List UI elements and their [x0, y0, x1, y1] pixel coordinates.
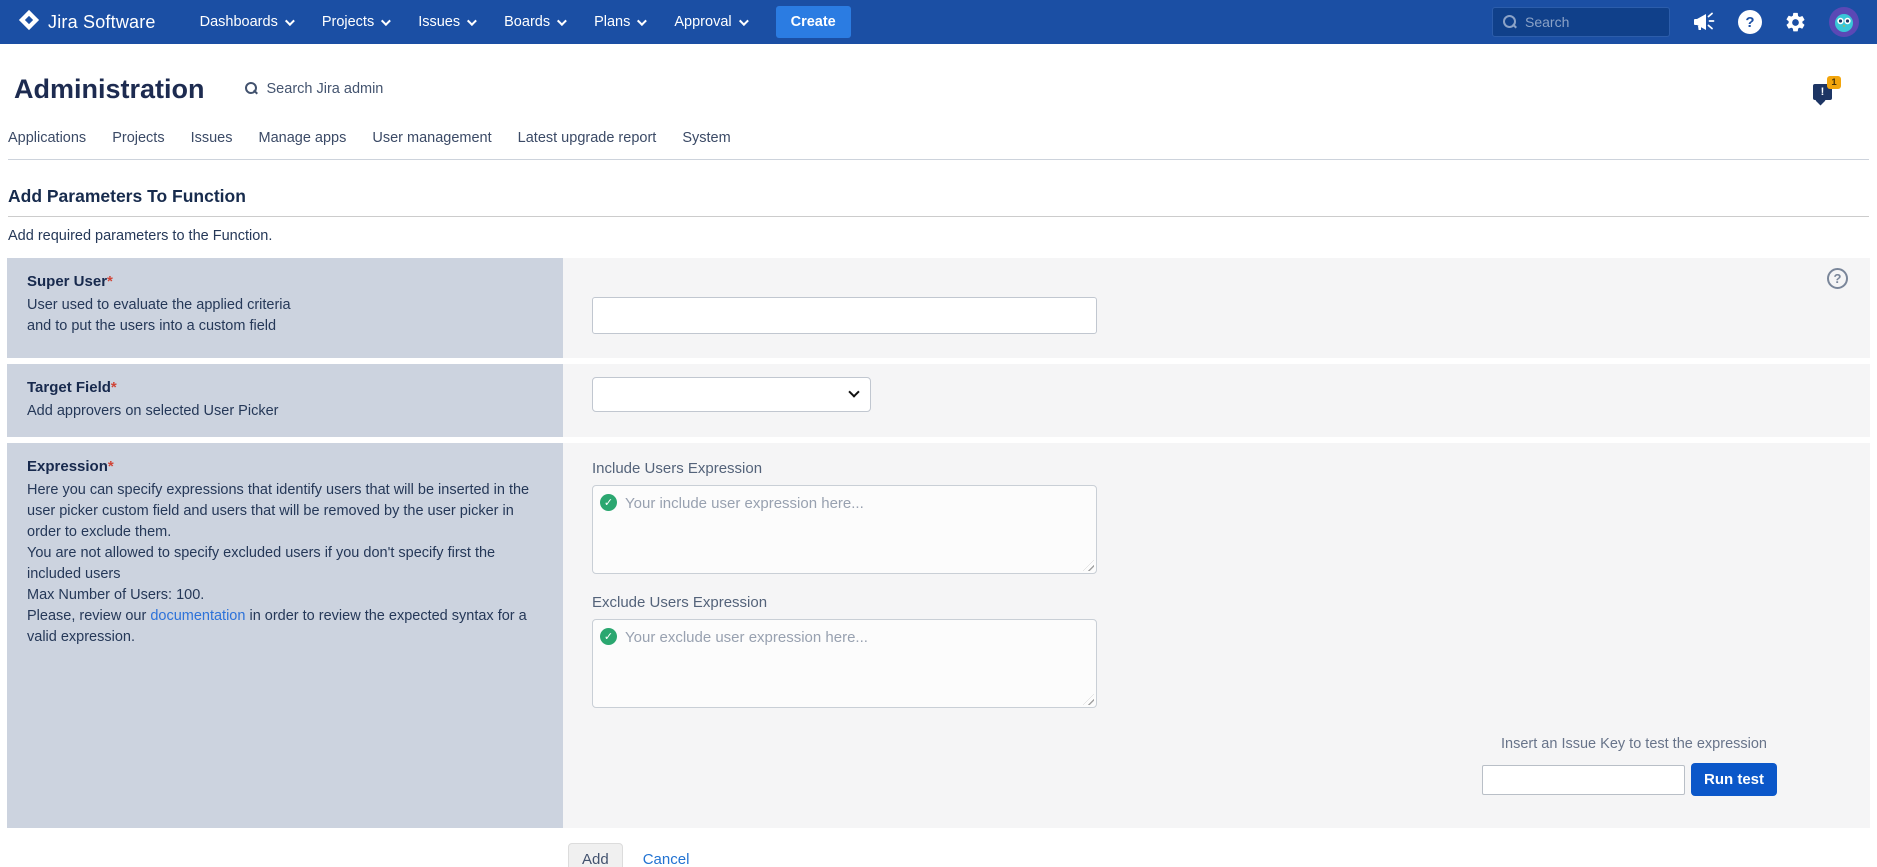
nav-menu-dashboards[interactable]: Dashboards	[200, 14, 292, 30]
form-row-target-field: Target Field* Add approvers on selected …	[7, 364, 1870, 437]
expression-editors: Include Users Expression Exclude Users E…	[563, 443, 1870, 821]
issue-key-row: Run test	[592, 763, 1777, 796]
description-line: Please, review our documentation in orde…	[27, 606, 543, 648]
super-user-input-area	[563, 258, 1870, 358]
page-title: Administration	[14, 74, 205, 105]
expression-label: Expression*	[27, 458, 543, 475]
section-heading: Add Parameters To Function	[8, 186, 1869, 217]
add-button[interactable]: Add	[568, 843, 623, 867]
nav-menu-label: Projects	[322, 14, 374, 30]
exclude-users-wrap	[592, 619, 1097, 708]
section-description: Add required parameters to the Function.	[8, 228, 1869, 244]
expression-input-area: Include Users Expression Exclude Users E…	[563, 443, 1870, 828]
run-test-button[interactable]: Run test	[1691, 763, 1777, 796]
chevron-down-icon	[557, 16, 567, 26]
add-parameters-form: Super User* User used to evaluate the ap…	[7, 258, 1870, 828]
expression-test-block: Insert an Issue Key to test the expressi…	[592, 736, 1870, 796]
target-field-select[interactable]	[592, 377, 871, 412]
super-user-input[interactable]	[592, 297, 1097, 334]
form-row-expression: Expression* Here you can specify express…	[7, 443, 1870, 828]
form-row-super-user: Super User* User used to evaluate the ap…	[7, 258, 1870, 358]
admin-header: Administration 1	[14, 64, 1863, 114]
chevron-down-icon	[637, 16, 647, 26]
expression-label-panel: Expression* Here you can specify express…	[7, 443, 563, 828]
required-asterisk: *	[108, 458, 114, 475]
create-button[interactable]: Create	[776, 6, 851, 38]
field-label-text: Target Field	[27, 379, 111, 396]
top-nav: Jira Software Dashboards Projects Issues…	[0, 0, 1877, 44]
documentation-link[interactable]: documentation	[150, 608, 245, 624]
tab-projects[interactable]: Projects	[112, 130, 164, 146]
nav-right-group	[1492, 7, 1859, 37]
chevron-down-icon	[739, 16, 749, 26]
target-field-description: Add approvers on selected User Picker	[27, 401, 543, 422]
description-line: You are not allowed to specify excluded …	[27, 543, 543, 585]
tab-user-management[interactable]: User management	[372, 130, 491, 146]
nav-menu-label: Boards	[504, 14, 550, 30]
cancel-link[interactable]: Cancel	[643, 851, 690, 867]
tab-applications[interactable]: Applications	[8, 130, 86, 146]
tab-issues[interactable]: Issues	[191, 130, 233, 146]
notification-badge: 1	[1827, 76, 1841, 89]
question-circle-icon[interactable]	[1827, 268, 1848, 289]
description-line: and to put the users into a custom field	[27, 316, 543, 337]
admin-search-box[interactable]	[245, 81, 487, 97]
expression-description: Here you can specify expressions that id…	[27, 480, 543, 648]
super-user-description: User used to evaluate the applied criter…	[27, 295, 543, 337]
description-line: Add approvers on selected User Picker	[27, 401, 543, 422]
description-text: Please, review our	[27, 608, 150, 624]
chevron-down-icon	[467, 16, 477, 26]
exclude-users-label: Exclude Users Expression	[592, 594, 1870, 611]
nav-menu-issues[interactable]: Issues	[418, 14, 474, 30]
avatar[interactable]	[1829, 7, 1859, 37]
target-field-label-panel: Target Field* Add approvers on selected …	[7, 364, 563, 437]
required-asterisk: *	[111, 379, 117, 396]
nav-menus: Dashboards Projects Issues Boards Plans …	[200, 14, 746, 30]
admin-search-input[interactable]	[267, 81, 487, 97]
nav-search-input[interactable]	[1525, 14, 1659, 30]
notifications-icon[interactable]: 1	[1813, 78, 1839, 104]
field-label-text: Super User	[27, 273, 107, 290]
target-field-select-wrap	[592, 377, 871, 412]
super-user-label-panel: Super User* User used to evaluate the ap…	[7, 258, 563, 358]
search-icon	[245, 82, 259, 96]
issue-key-input[interactable]	[1482, 765, 1685, 795]
tab-system[interactable]: System	[682, 130, 730, 146]
required-asterisk: *	[107, 273, 113, 290]
field-label-text: Expression	[27, 458, 108, 475]
nav-menu-label: Approval	[674, 14, 731, 30]
brand-name: Jira Software	[48, 12, 156, 33]
super-user-label: Super User*	[27, 273, 543, 290]
chevron-down-icon	[381, 16, 391, 26]
include-users-textarea[interactable]	[592, 485, 1097, 574]
target-field-label: Target Field*	[27, 379, 543, 396]
form-actions: Add Cancel	[568, 843, 1877, 867]
exclude-users-textarea[interactable]	[592, 619, 1097, 708]
description-line: User used to evaluate the applied criter…	[27, 295, 543, 316]
nav-menu-approval[interactable]: Approval	[674, 14, 745, 30]
admin-tabs: Applications Projects Issues Manage apps…	[8, 130, 1869, 160]
target-field-input-area	[563, 364, 1870, 437]
issue-key-hint: Insert an Issue Key to test the expressi…	[592, 736, 1767, 752]
nav-menu-plans[interactable]: Plans	[594, 14, 644, 30]
nav-menu-label: Plans	[594, 14, 630, 30]
description-line: Max Number of Users: 100.	[27, 585, 543, 606]
tab-manage-apps[interactable]: Manage apps	[259, 130, 347, 146]
help-icon[interactable]	[1738, 10, 1762, 34]
jira-diamond-icon	[18, 9, 40, 36]
nav-menu-label: Issues	[418, 14, 460, 30]
search-icon	[1503, 15, 1517, 29]
nav-menu-projects[interactable]: Projects	[322, 14, 388, 30]
tab-latest-upgrade-report[interactable]: Latest upgrade report	[518, 130, 657, 146]
chevron-down-icon	[285, 16, 295, 26]
include-users-wrap	[592, 485, 1097, 574]
nav-menu-label: Dashboards	[200, 14, 278, 30]
description-line: Here you can specify expressions that id…	[27, 480, 543, 543]
megaphone-icon[interactable]	[1692, 10, 1716, 34]
gear-icon[interactable]	[1784, 11, 1807, 34]
include-users-label: Include Users Expression	[592, 460, 1870, 477]
jira-logo[interactable]: Jira Software	[18, 9, 156, 36]
nav-menu-boards[interactable]: Boards	[504, 14, 564, 30]
nav-search-box[interactable]	[1492, 7, 1670, 37]
